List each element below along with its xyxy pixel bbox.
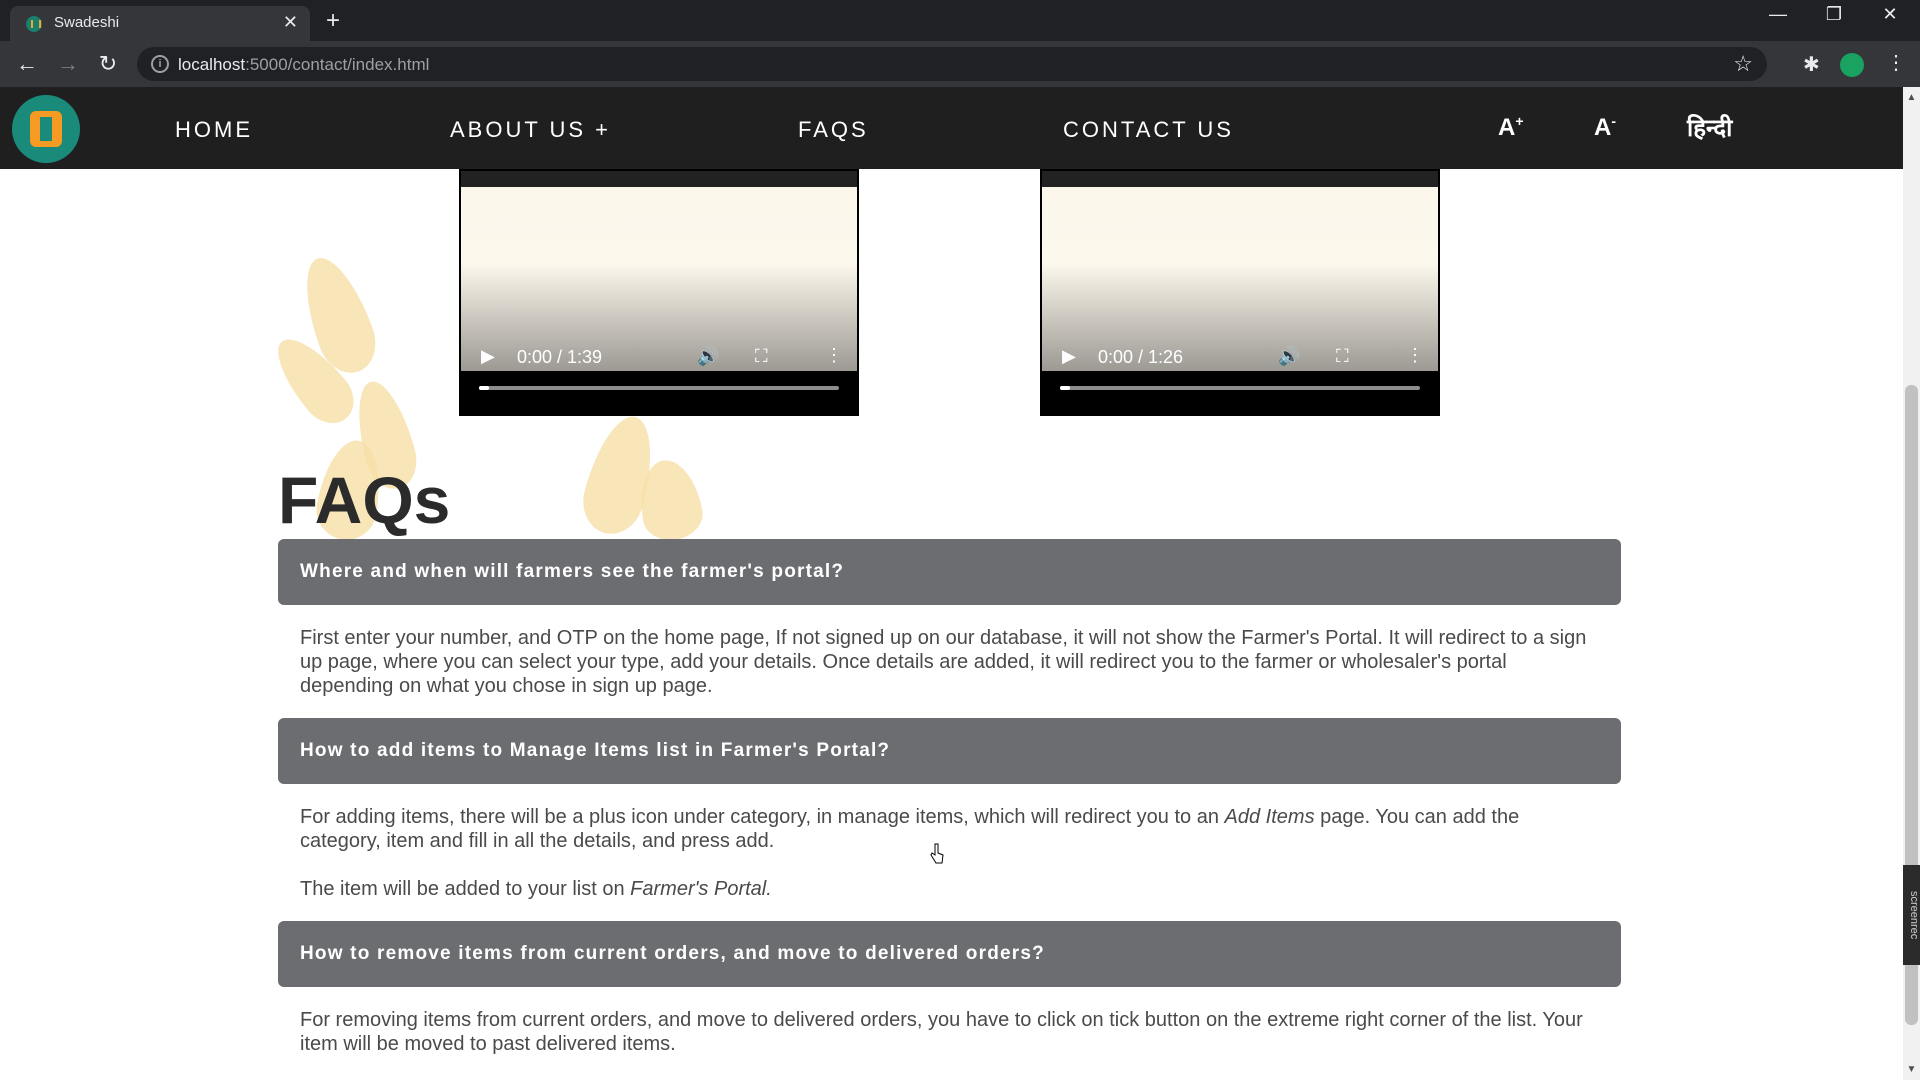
font-decrease-button[interactable]: A- [1594,113,1616,142]
swadeshi-logo[interactable] [12,95,80,163]
tab-title: Swadeshi [54,14,120,31]
browser-menu-icon[interactable]: ⋮ [1886,50,1906,75]
scroll-up-icon[interactable]: ▲ [1903,92,1920,103]
nav-contact-us[interactable]: CONTACT US [1063,117,1234,143]
browser-toolbar: ← → ↻ i localhost:5000/contact/index.htm… [0,41,1920,87]
faq-question-3[interactable]: How to remove items from current orders,… [278,921,1621,987]
video-controls-shade [1040,263,1440,416]
tutorial-video-2[interactable]: ▶ 0:00 / 1:26 🔊 ⛶ ⋮ [1040,153,1440,416]
bookmark-star-icon[interactable]: ☆ [1733,51,1753,77]
video-progress-fill [1060,386,1070,390]
faq-question-1[interactable]: Where and when will farmers see the farm… [278,539,1621,605]
video-progress-fill [479,386,489,390]
back-icon[interactable]: ← [12,51,42,77]
url-text: localhost:5000/contact/index.html [178,55,430,74]
faq-answer-3: For removing items from current orders, … [300,1009,1583,1055]
video-progress-bar[interactable] [1060,386,1420,390]
scroll-down-icon[interactable]: ▼ [1903,1064,1920,1075]
faq-question-2[interactable]: How to add items to Manage Items list in… [278,718,1621,784]
extensions-icon[interactable]: ✱ [1803,52,1820,77]
nav-home[interactable]: HOME [175,117,253,143]
site-navbar: HOME ABOUT US + FAQS CONTACT US A+ A- हि… [0,87,1903,169]
profile-avatar[interactable] [1840,53,1864,77]
site-info-icon[interactable]: i [151,55,169,73]
video-progress-bar[interactable] [479,386,839,390]
video-frame-nav [1042,171,1438,187]
nav-about-us[interactable]: ABOUT US + [450,117,611,143]
more-options-icon[interactable]: ⋮ [825,345,843,366]
faq-answer-1: First enter your number, and OTP on the … [300,627,1587,697]
browser-tab[interactable]: Swadeshi ✕ [10,6,310,41]
address-bar[interactable]: i localhost:5000/contact/index.html ☆ [137,47,1767,81]
close-tab-icon[interactable]: ✕ [283,12,298,33]
fullscreen-icon[interactable]: ⛶ [1336,346,1349,367]
play-icon[interactable]: ▶ [1062,346,1076,367]
nav-faqs[interactable]: FAQS [798,117,869,143]
favicon-icon [26,16,42,32]
volume-icon[interactable]: 🔊 [1278,346,1300,367]
screenrec-widget[interactable]: screenrec [1903,865,1920,965]
forward-icon[interactable]: → [53,51,83,77]
close-window-icon[interactable]: ✕ [1870,4,1910,25]
play-icon[interactable]: ▶ [481,346,495,367]
faq-answer-2: For adding items, there will be a plus i… [300,806,1520,900]
tutorial-video-1[interactable]: ▶ 0:00 / 1:39 🔊 ⛶ ⋮ [459,153,859,416]
font-increase-button[interactable]: A+ [1498,113,1524,142]
video-frame-nav [461,171,857,187]
fullscreen-icon[interactable]: ⛶ [755,346,768,367]
hand-cursor-icon [930,843,944,864]
volume-icon[interactable]: 🔊 [697,346,719,367]
restore-icon[interactable]: ❐ [1814,4,1854,25]
video-controls-shade [459,263,859,416]
minimize-icon[interactable]: — [1758,4,1798,25]
video-time: 0:00 / 1:39 [517,347,603,367]
reload-icon[interactable]: ↻ [93,51,123,77]
hindi-language-button[interactable]: हिन्दी [1687,111,1732,144]
wheat-logo-icon [30,111,62,147]
video-time: 0:00 / 1:26 [1098,347,1184,367]
new-tab-button[interactable]: + [326,7,340,35]
faq-title: FAQs [278,463,451,537]
browser-tab-bar: Swadeshi ✕ + — ❐ ✕ [0,0,1920,41]
more-options-icon[interactable]: ⋮ [1406,345,1424,366]
